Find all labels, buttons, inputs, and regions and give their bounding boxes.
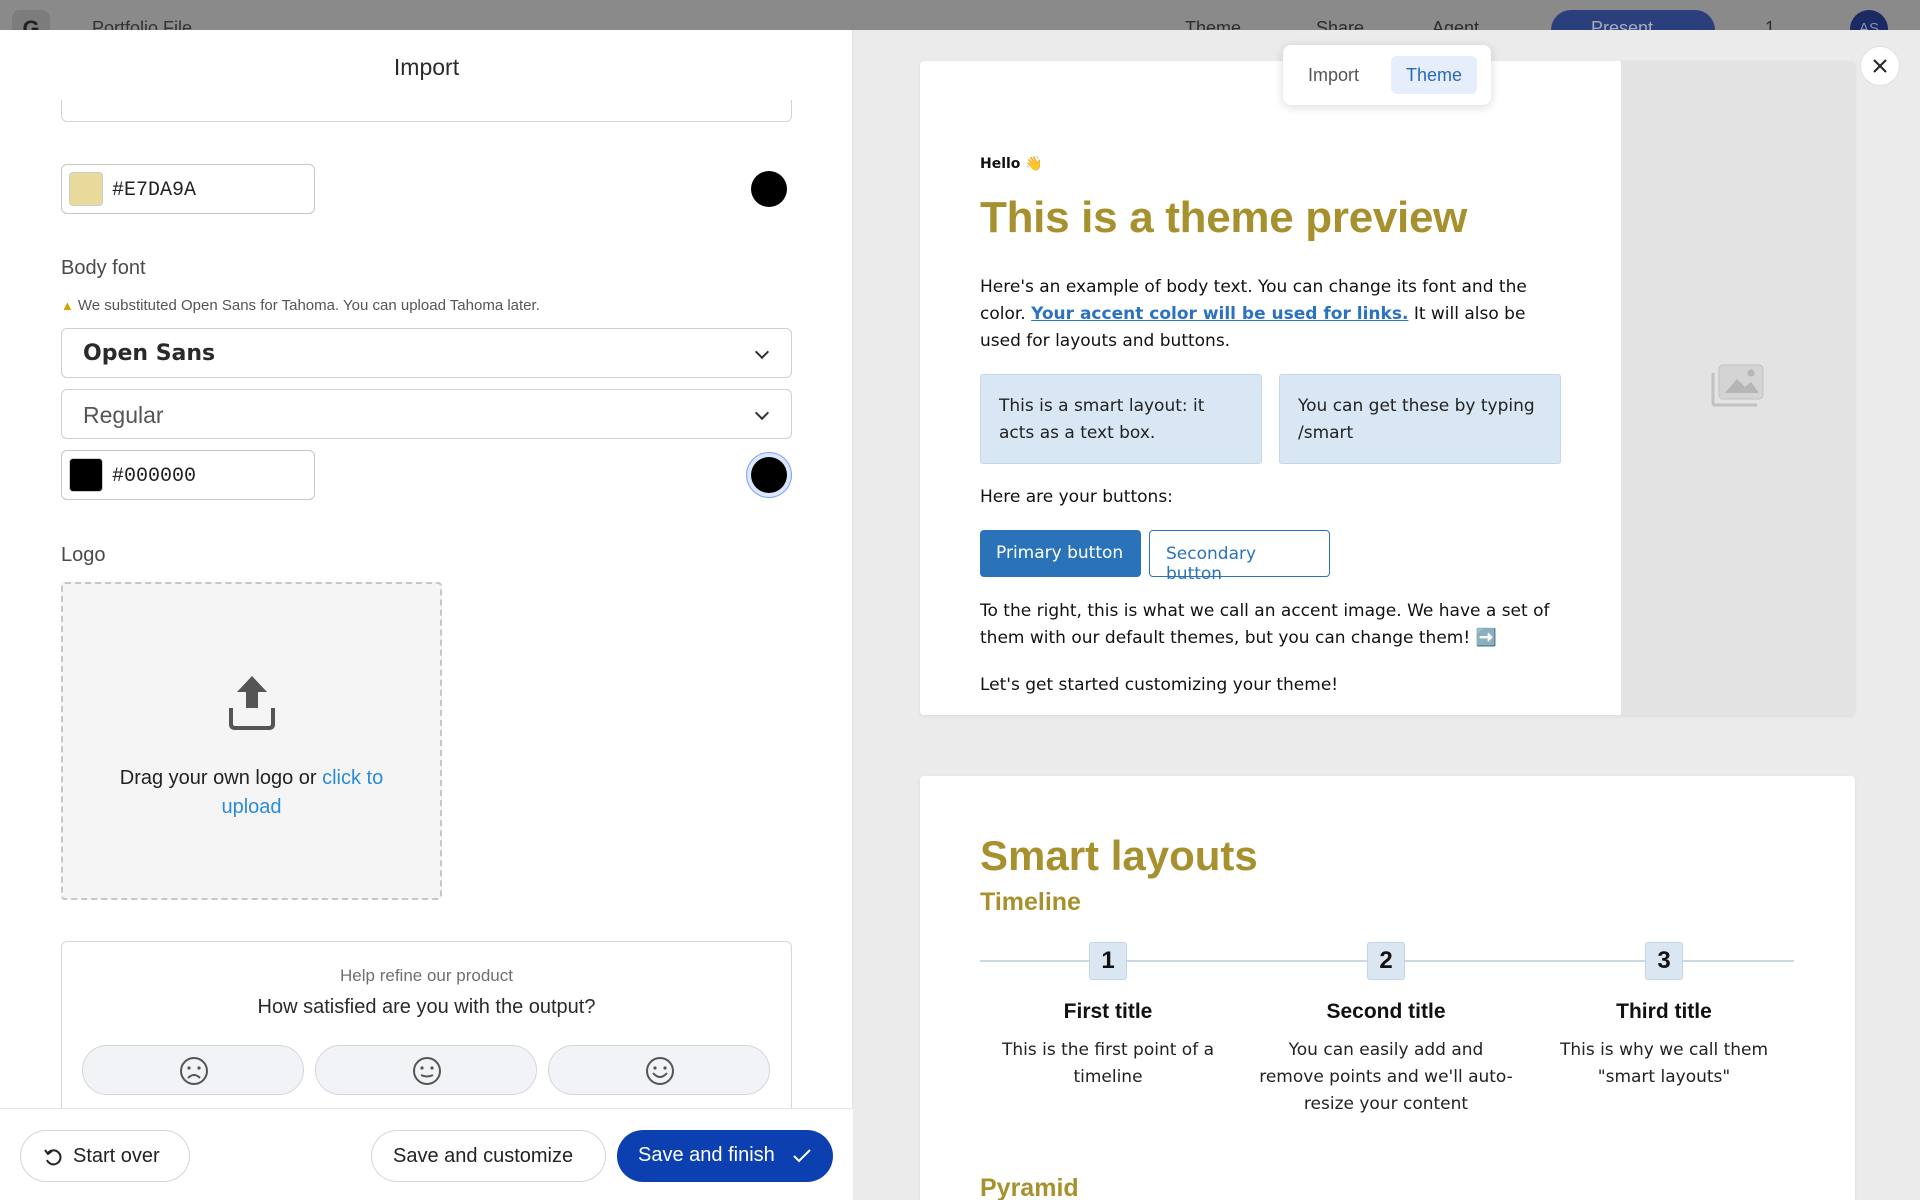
upload-icon [229,676,275,730]
preview-body-text: Here's an example of body text. You can … [980,274,1570,355]
heading-color-hex[interactable]: #E7DA9A [112,179,196,202]
rating-happy-button[interactable] [548,1045,770,1095]
undo-icon [44,1149,62,1166]
agent-button[interactable]: Agent [1432,18,1479,30]
present-button[interactable]: Present [1551,10,1715,30]
theme-menu-button[interactable]: Theme [1185,18,1241,30]
smart-layouts-card: Smart layouts Timeline 1 2 3 First title… [920,776,1855,1200]
close-button[interactable] [1860,46,1900,86]
tab-import[interactable]: Import [1293,56,1374,94]
panel-footer: Start over Save and customize Save and f… [0,1108,853,1200]
import-theme-tabs: Import Theme [1283,45,1491,105]
timeline-step-desc: This is why we call them "smart layouts" [1559,1040,1769,1087]
preview-hello: Hello 👋 [980,156,1043,172]
app-logo[interactable]: G [12,10,50,30]
body-font-family-select[interactable]: Open Sans [61,328,792,378]
share-button[interactable]: Share [1316,18,1364,30]
preview-secondary-button[interactable]: Secondary button [1149,530,1330,584]
font-substitution-warning: ▲ We substituted Open Sans for Tahoma. Yo… [61,297,540,314]
rating-neutral-button[interactable] [315,1045,537,1095]
import-settings-scroll[interactable]: #E7DA9A Body font ▲ We substituted Open S… [0,100,853,1110]
breadcrumb[interactable]: Portfolio File [92,18,192,30]
pyramid-subtitle: Pyramid [980,1174,1079,1200]
chevron-down-icon [754,344,770,360]
neutral-face-icon [413,1057,441,1085]
app-topbar: G Portfolio File Theme Share Agent Prese… [0,0,1920,30]
warning-text: We substituted Open Sans for Tahoma. You… [77,297,540,314]
timeline-step-title: First title [1063,1000,1153,1023]
body-font-family-value: Open Sans [83,341,216,366]
timeline-step-title: Second title [1326,1000,1446,1023]
smile-icon [646,1057,674,1085]
rating-unhappy-button[interactable] [82,1045,304,1095]
timeline-step-title: Third title [1616,1000,1712,1023]
heading-color-field[interactable]: #E7DA9A [61,164,315,214]
timeline-step-number: 1 [1089,942,1127,980]
heading-font-weight-select[interactable] [61,100,792,122]
save-and-finish-button[interactable]: Save and finish [617,1130,833,1182]
body-color-swatch[interactable] [69,458,103,492]
body-font-weight-select[interactable]: Regular [61,389,792,439]
import-theme-modal: Import #E7DA9A Body font ▲ We substituted… [0,30,1920,1200]
frown-icon [180,1057,208,1085]
panel-title: Import [393,54,460,80]
import-panel: Import #E7DA9A Body font ▲ We substituted… [0,30,853,1200]
warning-icon: ▲ [61,298,74,313]
preview-primary-button[interactable]: Primary button [980,530,1141,577]
smart-layout-box-1: This is a smart layout: it acts as a tex… [980,374,1262,464]
accent-link[interactable]: Your accent color will be used for links… [1031,304,1408,324]
close-icon [1873,59,1887,73]
image-icon [1711,364,1764,407]
get-started-text: Let's get started customizing your theme… [980,675,1339,695]
avatar[interactable]: AS [1850,10,1888,30]
body-color-field[interactable]: #000000 [61,450,315,500]
body-font-label: Body font [61,257,146,279]
smart-layouts-title: Smart layouts [980,832,1258,879]
accent-image-text: To the right, this is what we call an ac… [980,601,1550,648]
timeline-step-number: 3 [1645,942,1683,980]
check-icon [793,1149,811,1163]
timeline-step-number: 2 [1367,942,1405,980]
theme-preview-card: Hello 👋 This is a theme preview Here's a… [920,61,1855,715]
timeline-step-desc: You can easily add and remove points and… [1259,1040,1513,1114]
timeline-subtitle: Timeline [980,888,1081,916]
logo-label: Logo [61,544,106,566]
feedback-question: How satisfied are you with the output? [257,996,596,1018]
feedback-box: Help refine our product How satisfied ar… [61,941,792,1110]
save-and-customize-label: Save and customize [393,1145,574,1167]
body-color-picker[interactable] [751,457,787,493]
start-over-button[interactable]: Start over [20,1130,190,1182]
timeline-step-desc: This is the first point of a timeline [1001,1040,1215,1087]
preview-title: This is a theme preview [980,193,1468,242]
more-menu-button[interactable]: ... [1810,18,1825,30]
save-and-finish-label: Save and finish [638,1144,775,1166]
smart-layout-box-2: You can get these by typing /smart [1279,374,1561,464]
logo-drop-text: Drag your own logo or click to upload [63,764,440,822]
comments-count[interactable]: 1 [1765,18,1775,30]
tab-theme[interactable]: Theme [1391,56,1478,94]
chevron-down-icon [754,405,770,421]
heading-color-swatch[interactable] [69,172,103,206]
heading-color-picker[interactable] [751,171,787,207]
start-over-label: Start over [73,1145,160,1167]
body-font-weight-value: Regular [83,402,164,428]
accent-image-placeholder [1621,61,1855,715]
save-and-customize-button[interactable]: Save and customize [371,1130,606,1182]
body-color-hex[interactable]: #000000 [112,465,196,488]
feedback-subtitle: Help refine our product [340,966,513,985]
logo-dropzone[interactable]: Drag your own logo or click to upload [61,582,442,900]
buttons-label: Here are your buttons: [980,487,1173,507]
drop-text: Drag your own logo or [119,767,317,789]
